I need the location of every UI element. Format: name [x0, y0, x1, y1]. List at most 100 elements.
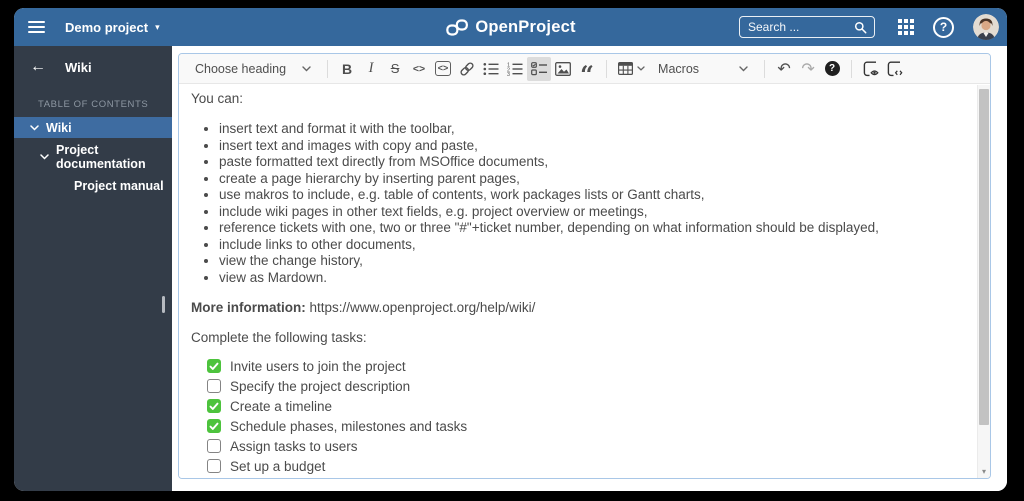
bullet-item: view as Mardown. [219, 270, 967, 287]
task-label: Schedule phases, milestones and tasks [230, 418, 468, 434]
toolbar-separator [327, 59, 329, 78]
wiki-editor: Choose heading B I S <> <> 1 2 3 “ Macro… [178, 53, 991, 479]
bullet-item: insert text and images with copy and pas… [219, 138, 967, 155]
preview-icon [863, 61, 879, 76]
toolbar-separator [851, 59, 853, 78]
task-checkbox[interactable] [207, 419, 221, 433]
inline-code-button[interactable]: <> [407, 57, 431, 81]
intro-text: You can: [191, 91, 244, 106]
todo-list-button[interactable] [527, 56, 552, 81]
svg-text:3: 3 [507, 72, 510, 76]
insert-image-button[interactable] [551, 57, 575, 81]
redo-button[interactable]: ↷ [796, 57, 820, 81]
sidebar-item-label: Project manual [74, 178, 164, 193]
numbered-list-icon: 1 2 3 [507, 62, 523, 76]
editor-help-button[interactable]: ? [820, 57, 844, 81]
task-item: Assign tasks to users [207, 436, 967, 456]
toolbar-separator [606, 59, 608, 78]
strikethrough-button[interactable]: S [383, 57, 407, 81]
task-item: Invite users to join the project [207, 356, 967, 376]
bullet-item: include links to other documents, [219, 237, 967, 254]
sidebar-item-project-documentation[interactable]: Project documentation [14, 143, 172, 171]
task-label: Specify the project description [230, 378, 411, 394]
checkmark-icon [209, 362, 219, 370]
feature-bullet-list: insert text and format it with the toolb… [191, 121, 967, 286]
sidebar-title: Wiki [65, 59, 92, 75]
bullet-item: create a page hierarchy by inserting par… [219, 171, 967, 188]
link-button[interactable] [455, 57, 479, 81]
table-icon [618, 62, 634, 75]
search-input[interactable] [748, 20, 849, 34]
chevron-down-icon: ▾ [155, 21, 160, 32]
task-checkbox[interactable] [207, 459, 221, 473]
editor-toolbar: Choose heading B I S <> <> 1 2 3 “ Macro… [179, 54, 990, 89]
more-information-line: More information: https://www.openprojec… [191, 299, 967, 316]
help-icon: ? [824, 61, 840, 76]
project-name: Demo project [65, 19, 149, 35]
tasks-intro-text: Complete the following tasks: [191, 330, 367, 345]
task-checkbox[interactable] [207, 359, 221, 373]
logo-text: OpenProject [475, 17, 576, 36]
scrollbar-thumb[interactable] [979, 89, 989, 425]
task-label: Set up a budget [230, 458, 326, 474]
sidebar-item-wiki[interactable]: Wiki [14, 117, 172, 138]
bold-button[interactable]: B [335, 57, 359, 81]
toolbar-separator [764, 59, 766, 78]
heading-dropdown[interactable]: Choose heading [186, 57, 320, 81]
task-checkbox[interactable] [207, 379, 221, 393]
checkmark-icon [209, 422, 219, 430]
editor-scrollbar[interactable]: ▾ [977, 85, 990, 478]
back-arrow-icon[interactable]: ← [30, 59, 46, 75]
bullet-item: include wiki pages in other text fields,… [219, 204, 967, 221]
help-icon[interactable]: ? [933, 16, 954, 38]
sidebar-resize-handle[interactable] [162, 296, 165, 313]
task-item: Set up a budget [207, 456, 967, 476]
bullet-item: use makros to include, e.g. table of con… [219, 187, 967, 204]
bullet-item: paste formatted text directly from MSOff… [219, 154, 967, 171]
insert-table-button[interactable] [614, 57, 649, 81]
more-information-label: More information: [191, 300, 306, 315]
source-code-icon [887, 61, 903, 76]
italic-button[interactable]: I [359, 57, 383, 81]
bulleted-list-button[interactable] [479, 57, 503, 81]
task-checkbox[interactable] [207, 399, 221, 413]
code-block-button[interactable]: <> [431, 57, 455, 81]
bullet-item: reference tickets with one, two or three… [219, 220, 967, 237]
chevron-down-icon [637, 66, 645, 71]
modules-grid-icon[interactable] [898, 19, 914, 35]
sidebar-item-label: Project documentation [56, 142, 146, 171]
macros-dropdown[interactable]: Macros [649, 57, 757, 81]
task-checkbox[interactable] [207, 439, 221, 453]
sidebar-item-label: Wiki [46, 120, 72, 135]
macros-dropdown-label: Macros [658, 61, 700, 76]
undo-icon: ↶ [777, 60, 791, 78]
openproject-logo[interactable]: OpenProject [445, 18, 575, 37]
task-item: Create a timeline [207, 396, 967, 416]
task-label: Assign tasks to users [230, 438, 358, 454]
task-label: Create a timeline [230, 398, 333, 414]
block-quote-button[interactable]: “ [575, 57, 599, 89]
project-selector[interactable]: Demo project ▾ [65, 20, 160, 35]
numbered-list-button[interactable]: 1 2 3 [503, 57, 527, 81]
sidebar-item-project-manual[interactable]: Project manual [14, 175, 172, 196]
redo-icon: ↷ [801, 60, 815, 78]
hamburger-menu-icon[interactable] [28, 21, 45, 33]
content-area: Choose heading B I S <> <> 1 2 3 “ Macro… [172, 46, 1007, 491]
user-avatar[interactable] [973, 14, 999, 40]
wiki-document-body[interactable]: You can: insert text and format it with … [179, 84, 977, 478]
table-of-contents-label: TABLE OF CONTENTS [38, 99, 149, 110]
task-label: Invite users to join the project [230, 358, 406, 374]
heading-dropdown-label: Choose heading [195, 61, 287, 76]
source-code-button[interactable] [883, 57, 907, 81]
link-icon [460, 61, 474, 76]
quote-icon: “ [580, 60, 594, 89]
global-search[interactable] [739, 16, 875, 38]
search-icon[interactable] [853, 20, 868, 35]
chevron-down-icon[interactable] [40, 153, 49, 160]
top-header-bar: Demo project ▾ OpenProject Search ... ? [14, 8, 1007, 46]
undo-button[interactable]: ↶ [772, 57, 796, 81]
preview-button[interactable] [859, 57, 883, 81]
scrollbar-down-arrow[interactable]: ▾ [978, 467, 990, 476]
image-icon [555, 61, 571, 76]
chevron-down-icon[interactable] [30, 124, 39, 131]
